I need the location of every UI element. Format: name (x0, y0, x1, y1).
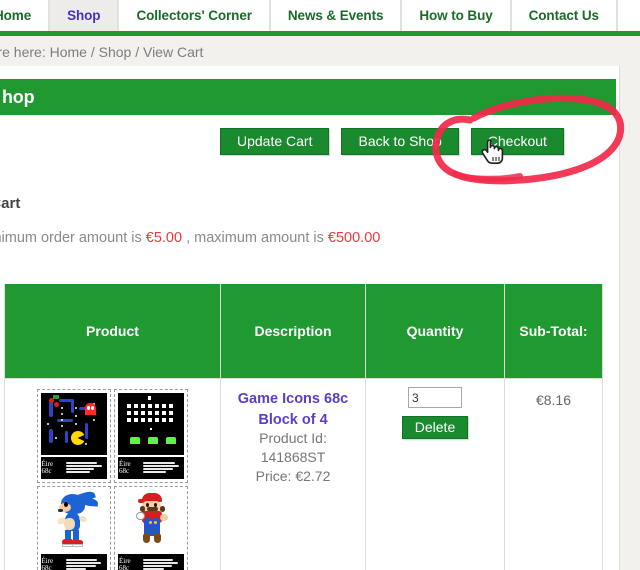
sonic-stamp: Éire 68c (36, 486, 111, 570)
column-header-product: Product (4, 284, 221, 379)
cell-quantity: Delete (365, 378, 505, 570)
nav-tab-list: Home Shop Collectors' Corner News & Even… (0, 0, 640, 31)
order-amount-notice: he minimum order amount is €5.00 , maxim… (0, 230, 380, 246)
mario-stamp: Éire 68c (114, 486, 188, 570)
cart-table: Product Description Quantity Sub-Total: (4, 284, 603, 570)
stamp-value: 68c (119, 564, 130, 570)
product-price: Price: €2.72 (255, 468, 331, 485)
cell-product-description: Game Icons 68c Block of 4 Product Id: 14… (220, 378, 366, 570)
space-invaders-stamp: Éire 68c (114, 389, 188, 483)
nav-tab-shop-label: Shop (67, 8, 101, 23)
cart-table-body: Éire 68c Éire 68c Éire 68c Éire 68c Game… (4, 378, 603, 570)
space-invaders-stamp-label: Éire 68c (118, 457, 184, 479)
notice-prefix: he minimum order amount is (0, 230, 142, 246)
cart-action-buttons: Update Cart Back to Shop Checkout (220, 128, 564, 155)
content-panel: hop Update Cart Back to Shop Checkout ie… (0, 66, 620, 570)
page-root: Home Shop Collectors' Corner News & Even… (0, 0, 640, 570)
stamp-value: 68c (41, 467, 52, 475)
page-banner: hop (0, 79, 616, 115)
mario-artwork (118, 490, 184, 552)
nav-tab-overflow[interactable] (616, 0, 640, 31)
top-navigation: Home Shop Collectors' Corner News & Even… (0, 0, 640, 36)
nav-tab-news-events[interactable]: News & Events (269, 0, 402, 31)
pacman-ghost-icon (84, 403, 96, 415)
section-heading: iew Cart (0, 195, 21, 212)
column-header-subtotal: Sub-Total: (504, 284, 603, 379)
breadcrumb: u are here: Home / Shop / View Cart (0, 44, 204, 60)
subtotal-value: €8.16 (535, 392, 572, 408)
back-to-shop-button[interactable]: Back to Shop (341, 128, 459, 155)
pacman-stamp: Éire 68c (36, 389, 111, 483)
checkout-button[interactable]: Checkout (470, 128, 564, 155)
maximum-order-amount: €500.00 (327, 230, 381, 246)
minimum-order-amount: €5.00 (145, 230, 183, 246)
pacman-artwork (40, 393, 107, 455)
nav-tab-contact-us-label: Contact Us (528, 8, 599, 23)
delete-item-button[interactable]: Delete (401, 416, 469, 439)
pacman-character-icon (70, 431, 85, 445)
product-id-value: 141868ST (260, 449, 326, 466)
column-header-quantity: Quantity (365, 284, 505, 379)
nav-tab-home[interactable]: Home (0, 0, 50, 31)
product-id-label: Product Id: (259, 430, 327, 447)
nav-tab-how-to-buy[interactable]: How to Buy (401, 0, 511, 31)
sonic-stamp-label: Éire 68c (40, 554, 107, 570)
nav-tab-shop[interactable]: Shop (49, 0, 119, 31)
cell-product-image: Éire 68c Éire 68c Éire 68c Éire 68c (4, 378, 221, 570)
sonic-artwork (40, 490, 107, 552)
pacman-stamp-label: Éire 68c (40, 457, 107, 479)
table-row: Éire 68c Éire 68c Éire 68c Éire 68c Game… (4, 378, 603, 570)
update-cart-button[interactable]: Update Cart (220, 128, 330, 155)
nav-tab-collectors-corner[interactable]: Collectors' Corner (118, 0, 270, 31)
cart-header-row: Product Description Quantity Sub-Total: (4, 284, 603, 379)
nav-tab-news-events-label: News & Events (287, 8, 384, 23)
mario-stamp-label: Éire 68c (118, 554, 184, 570)
product-name-line2[interactable]: Block of 4 (225, 411, 361, 429)
cell-subtotal: €8.16 (504, 378, 603, 570)
notice-middle: , maximum amount is (182, 230, 328, 246)
stamp-value: 68c (41, 564, 52, 570)
quantity-input[interactable] (408, 387, 462, 408)
product-name-line1[interactable]: Game Icons 68c (225, 390, 361, 408)
space-invaders-artwork (118, 393, 184, 455)
column-header-description: Description (220, 284, 366, 379)
stamp-value: 68c (119, 467, 130, 475)
stamp-block-of-4[interactable]: Éire 68c Éire 68c Éire 68c Éire 68c (36, 387, 189, 570)
page-title: hop (2, 86, 35, 107)
nav-tab-home-label: Home (0, 8, 32, 23)
cart-table-head: Product Description Quantity Sub-Total: (4, 284, 603, 379)
nav-underline-bar (0, 31, 640, 36)
nav-tab-contact-us[interactable]: Contact Us (510, 0, 617, 31)
nav-tab-collectors-corner-label: Collectors' Corner (136, 8, 252, 23)
nav-tab-how-to-buy-label: How to Buy (419, 8, 493, 23)
